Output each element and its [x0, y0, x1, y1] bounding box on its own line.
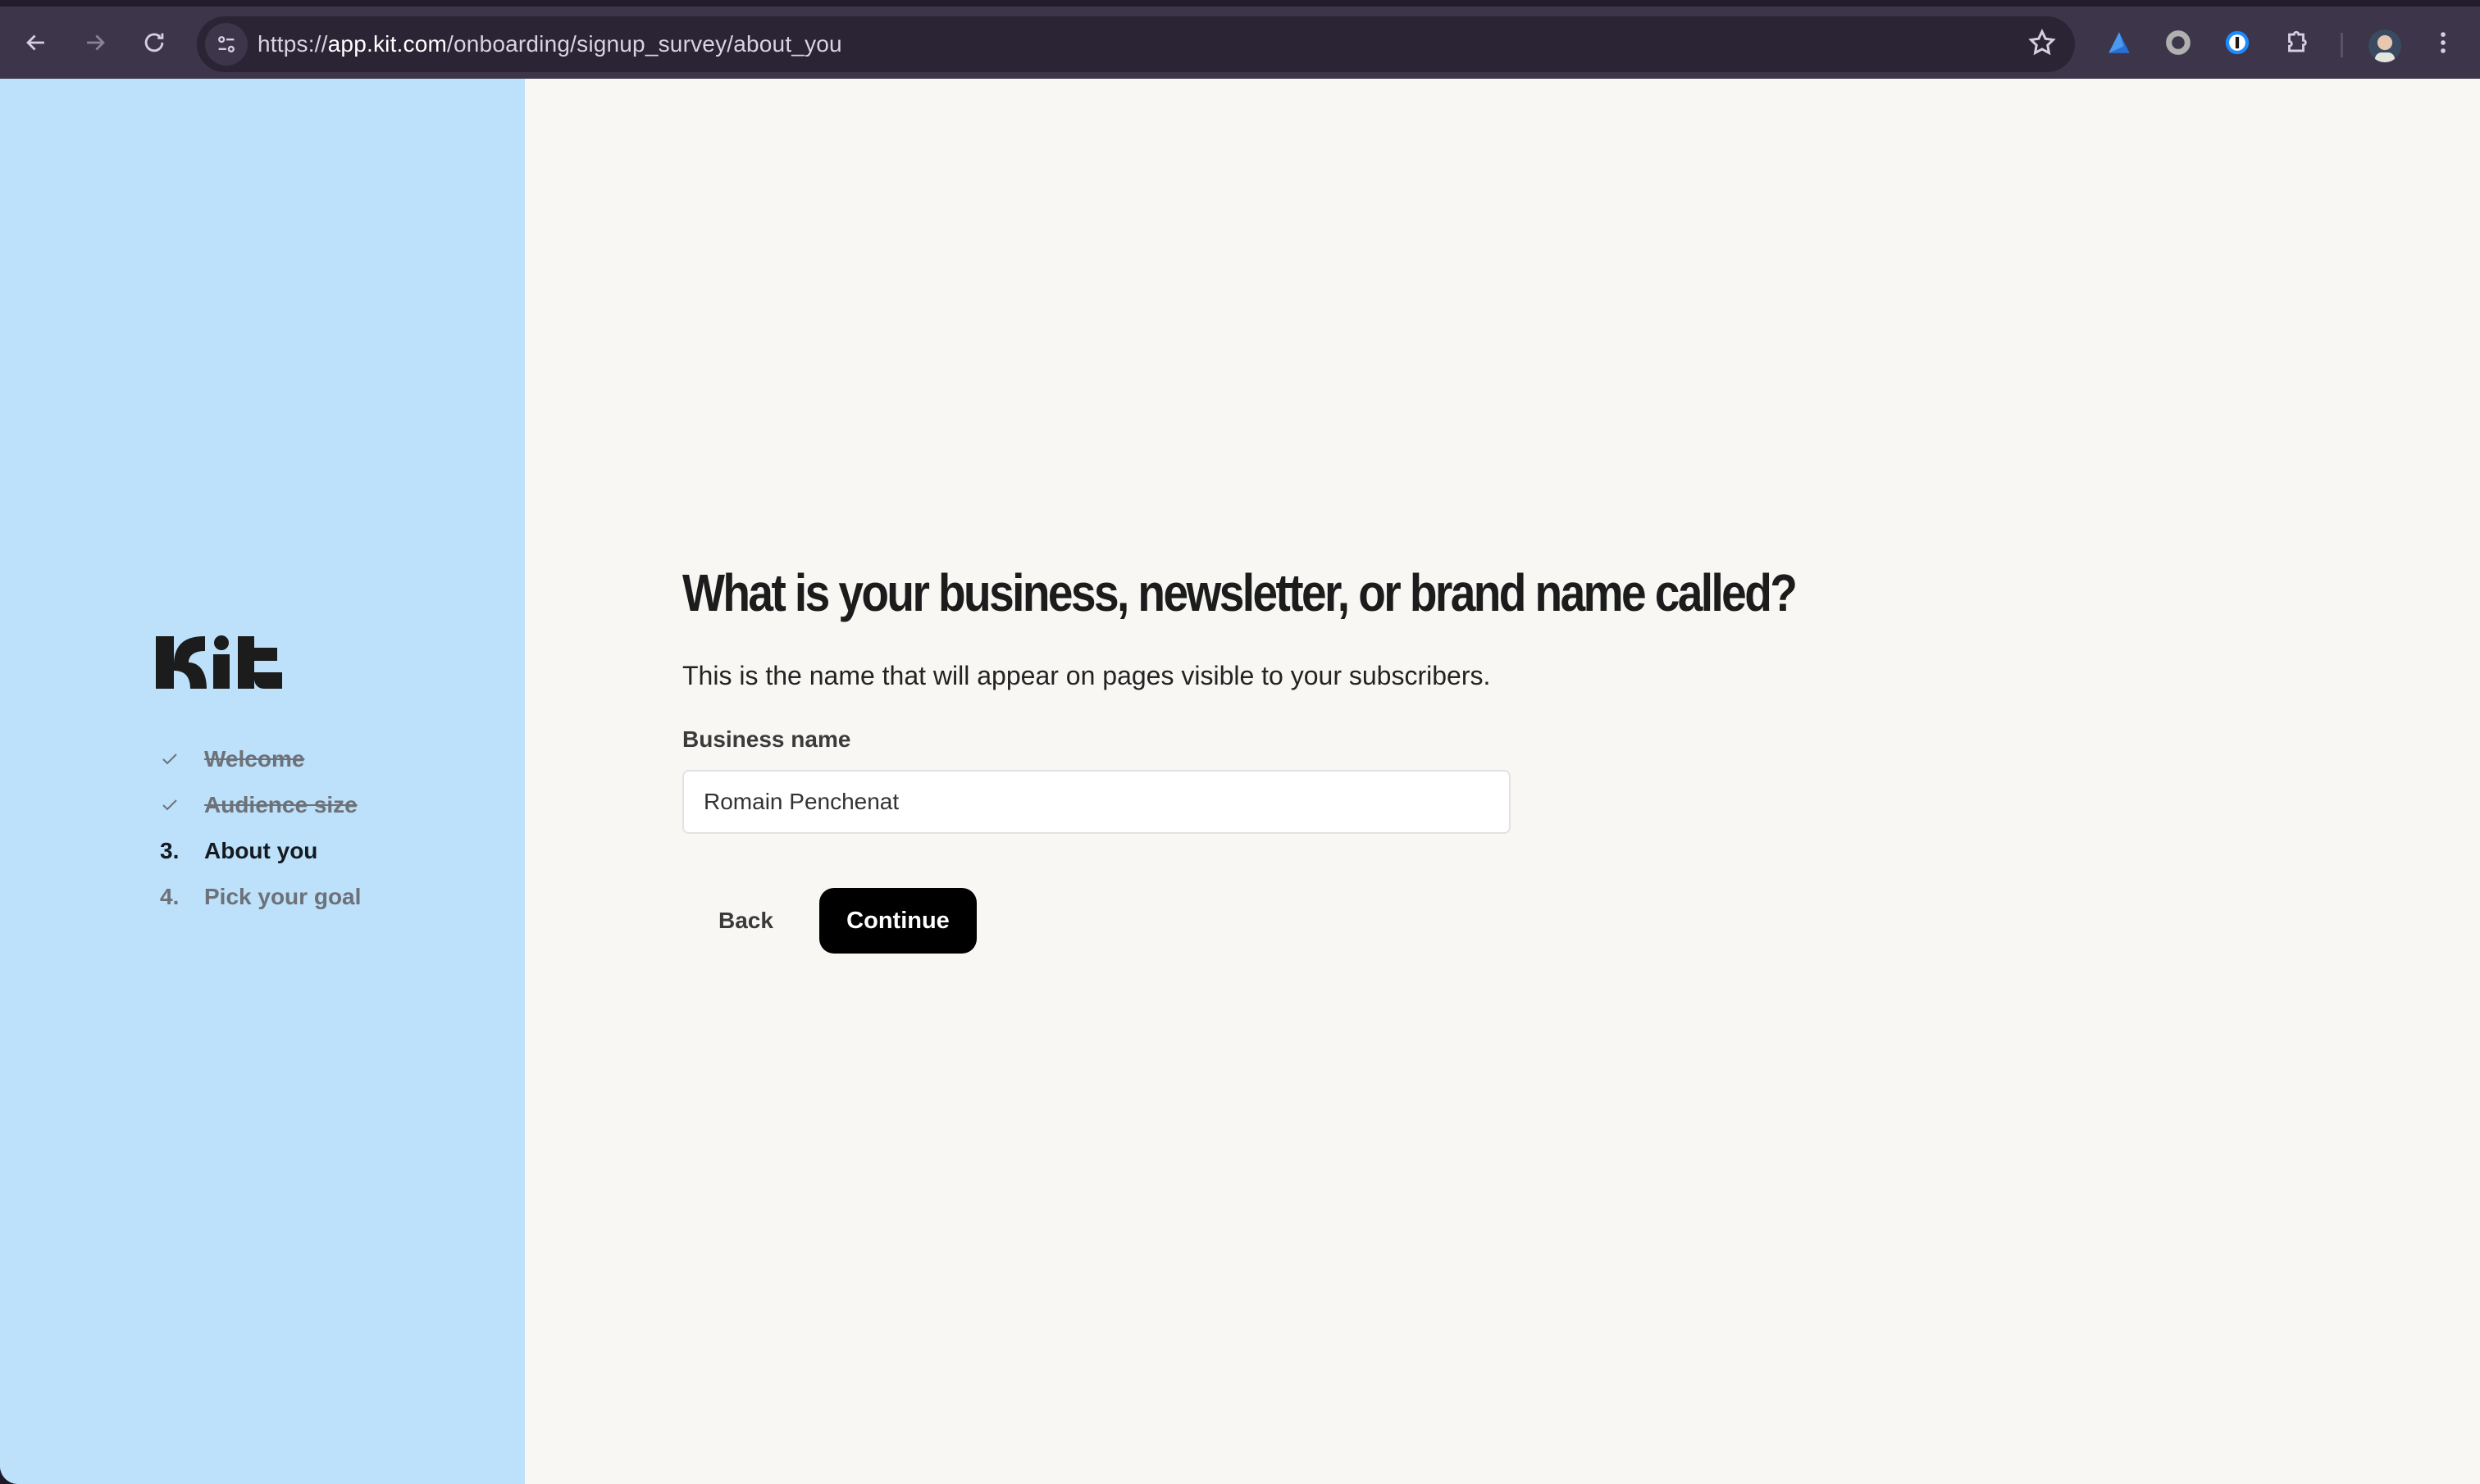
reload-icon[interactable]	[134, 23, 174, 62]
step-label: About you	[204, 838, 318, 863]
onboarding-sidebar: Welcome Audience size 3. About you 4. Pi…	[0, 79, 525, 1484]
kit-logo	[156, 635, 282, 689]
more-menu-icon[interactable]	[2423, 23, 2463, 62]
page-viewport: Welcome Audience size 3. About you 4. Pi…	[0, 79, 2480, 1484]
browser-toolbar: https://app.kit.com/onboarding/signup_su…	[0, 0, 2480, 79]
step-pick-your-goal: 4. Pick your goal	[160, 881, 361, 913]
record-extension-icon[interactable]	[2159, 23, 2198, 62]
url-text[interactable]: https://app.kit.com/onboarding/signup_su…	[258, 16, 842, 72]
check-icon	[160, 795, 204, 815]
back-icon[interactable]	[16, 23, 56, 62]
step-about-you: 3. About you	[160, 835, 317, 867]
forward-icon[interactable]	[75, 23, 115, 62]
page-title: What is your business, newsletter, or br…	[682, 563, 1798, 622]
step-label: Audience size	[204, 792, 358, 817]
bookmark-star-icon[interactable]	[2027, 28, 2057, 61]
step-audience-size[interactable]: Audience size	[160, 789, 358, 822]
check-icon	[160, 749, 204, 769]
continue-button[interactable]: Continue	[819, 888, 977, 954]
site-info-icon[interactable]	[205, 23, 248, 66]
password-manager-extension-icon[interactable]	[2218, 23, 2257, 62]
back-button[interactable]: Back	[707, 888, 785, 954]
business-name-label: Business name	[682, 726, 851, 752]
page-subtitle: This is the name that will appear on pag…	[682, 661, 1491, 690]
business-name-input[interactable]	[682, 770, 1511, 834]
step-label: Welcome	[204, 746, 305, 772]
address-bar[interactable]: https://app.kit.com/onboarding/signup_su…	[197, 16, 2075, 72]
extensions-puzzle-icon[interactable]	[2277, 23, 2316, 62]
step-welcome[interactable]: Welcome	[160, 743, 304, 776]
toolbar-divider	[2341, 33, 2343, 57]
triangle-extension-icon[interactable]	[2099, 23, 2139, 62]
step-number: 3.	[160, 838, 180, 863]
step-label: Pick your goal	[204, 884, 362, 909]
step-number: 4.	[160, 884, 180, 909]
profile-avatar[interactable]	[2368, 30, 2401, 62]
